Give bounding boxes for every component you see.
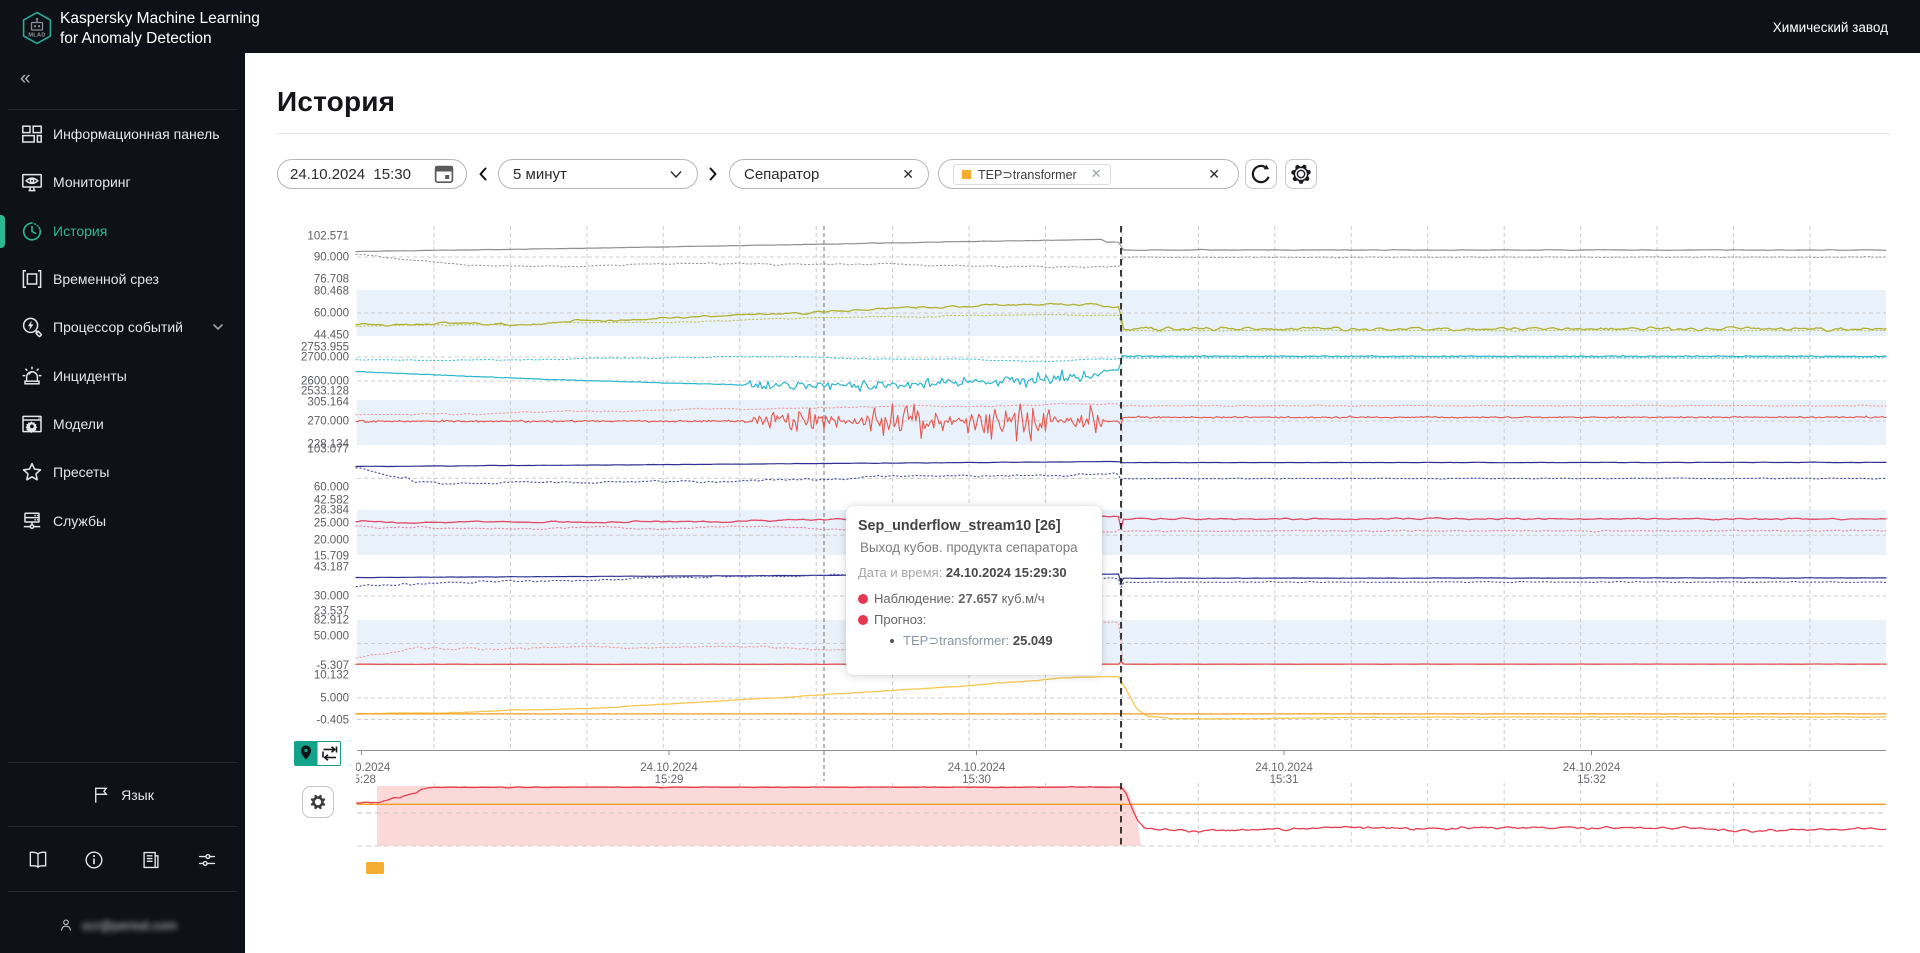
svg-text:15:32: 15:32: [1577, 774, 1606, 786]
svg-text:-0.405: -0.405: [316, 715, 349, 727]
svg-text:270.000: 270.000: [307, 416, 349, 428]
svg-text:80.468: 80.468: [314, 286, 349, 298]
svg-text:60.000: 60.000: [314, 308, 349, 320]
svg-text:15:30: 15:30: [962, 774, 991, 786]
svg-text:103.077: 103.077: [307, 444, 349, 456]
svg-text:MLAD: MLAD: [28, 33, 45, 39]
svg-text:50.000: 50.000: [314, 631, 349, 643]
svg-text:15:31: 15:31: [1270, 774, 1299, 786]
svg-text:24.10.2024: 24.10.2024: [948, 762, 1006, 774]
svg-text:2700.000: 2700.000: [301, 352, 349, 364]
svg-text:25.000: 25.000: [314, 518, 349, 530]
svg-text:102.571: 102.571: [307, 231, 349, 243]
svg-text:24.10.2024: 24.10.2024: [640, 762, 698, 774]
svg-text:24.10.2024: 24.10.2024: [1255, 762, 1313, 774]
svg-text:305.164: 305.164: [307, 397, 349, 409]
svg-text:76.708: 76.708: [314, 274, 349, 286]
svg-text:43.187: 43.187: [314, 562, 349, 574]
svg-text:28.384: 28.384: [314, 505, 350, 517]
svg-text:60.000: 60.000: [314, 482, 349, 494]
svg-text:90.000: 90.000: [314, 252, 349, 264]
svg-text:15:29: 15:29: [655, 774, 684, 786]
svg-text:5.000: 5.000: [320, 693, 349, 705]
svg-text:44.450: 44.450: [314, 330, 349, 342]
svg-text:20.000: 20.000: [314, 535, 349, 547]
svg-text:10.132: 10.132: [314, 670, 349, 682]
svg-text:30.000: 30.000: [314, 591, 349, 603]
svg-text:82.912: 82.912: [314, 615, 349, 627]
svg-text:24.10.2024: 24.10.2024: [1563, 762, 1621, 774]
